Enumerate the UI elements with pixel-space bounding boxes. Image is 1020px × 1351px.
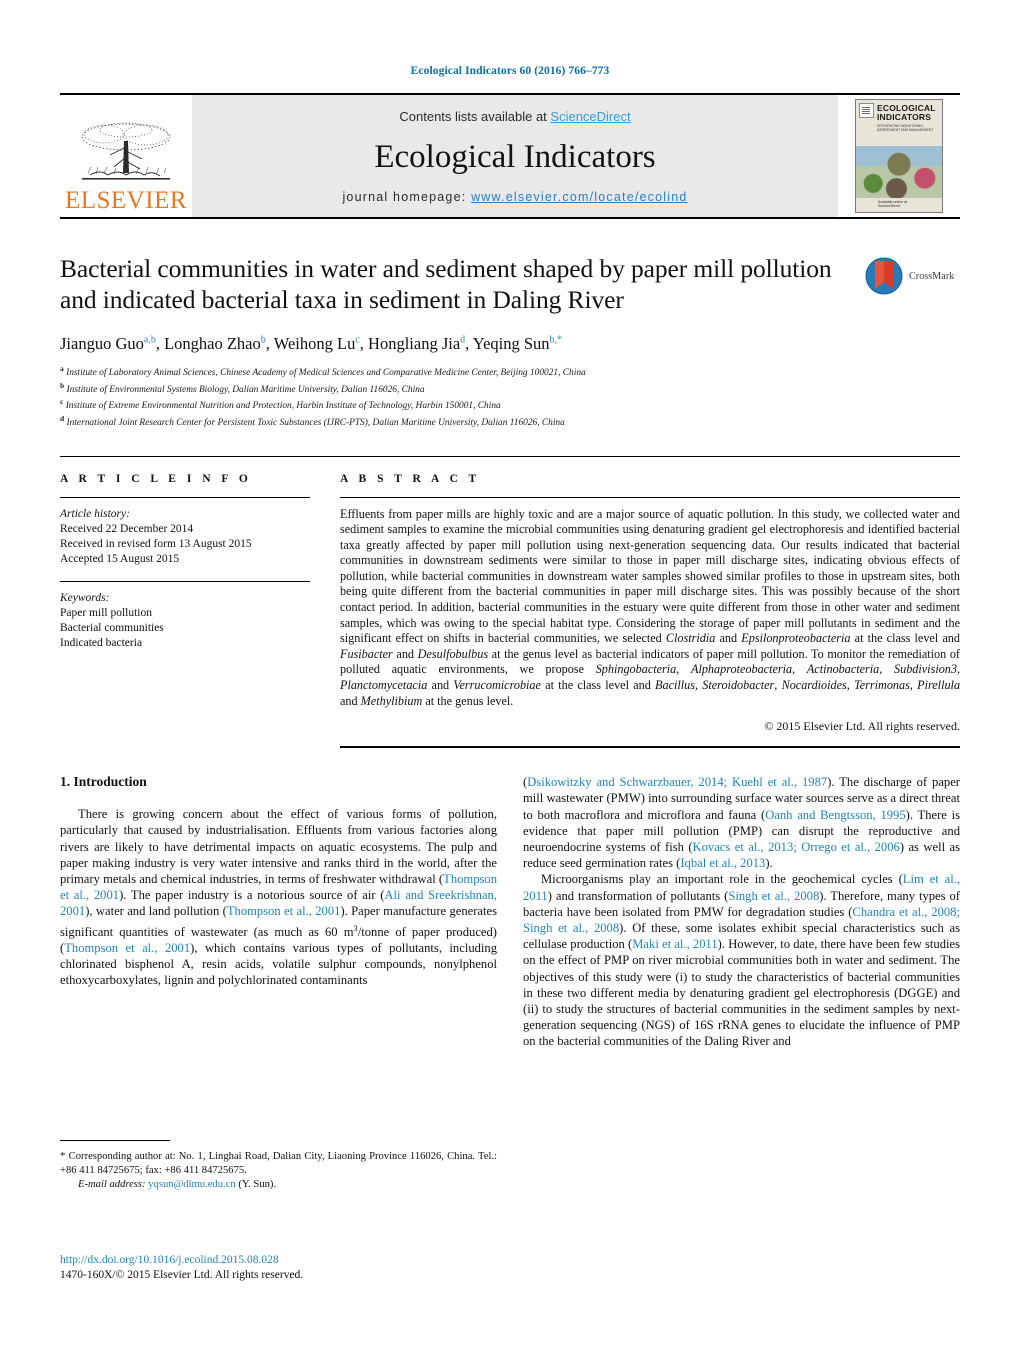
abstract-bottom-rule xyxy=(340,746,960,749)
crossmark-icon xyxy=(865,257,903,295)
abstract-heading: A B S T R A C T xyxy=(340,472,481,485)
history-item: Received 22 December 2014 xyxy=(60,522,194,535)
article-history-heading: Article history: xyxy=(60,507,130,520)
footnote-block: * Corresponding author at: No. 1, Lingha… xyxy=(60,1140,497,1192)
corresponding-author-text: Corresponding author at: No. 1, Linghai … xyxy=(60,1151,498,1176)
contents-available-line: Contents lists available at ScienceDirec… xyxy=(399,109,630,124)
running-head: Ecological Indicators 60 (2016) 766–773 xyxy=(410,65,610,77)
author-list: Jianguo Guoa,b, Longhao Zhaob, Weihong L… xyxy=(60,334,563,353)
elsevier-tree-icon xyxy=(81,122,171,180)
footnote-star: * xyxy=(60,1150,66,1162)
copyright-line: © 2015 Elsevier Ltd. All rights reserved… xyxy=(764,719,960,734)
sciencedirect-link[interactable]: ScienceDirect xyxy=(550,109,630,124)
affiliation-item: b Institute of Environmental Systems Bio… xyxy=(60,380,425,395)
history-item: Accepted 15 August 2015 xyxy=(60,552,180,565)
crossmark-label: CrossMark xyxy=(909,270,955,282)
cover-image: ECOLOGICAL INDICATORS INTEGRATING MONITO… xyxy=(855,99,943,213)
contents-prefix: Contents lists available at xyxy=(399,109,551,124)
journal-cover-thumbnail: ECOLOGICAL INDICATORS INTEGRATING MONITO… xyxy=(838,95,960,217)
cover-elsevier-icon xyxy=(859,103,874,118)
email-line: E-mail address: yqsun@dlmu.edu.cn (Y. Su… xyxy=(60,1178,497,1192)
keywords-list: Paper mill pollution Bacterial communiti… xyxy=(60,606,310,651)
cover-subtitle: INTEGRATING MONITORING, ASSESSMENT AND M… xyxy=(877,124,934,133)
issn-copyright-line: 1470-160X/© 2015 Elsevier Ltd. All right… xyxy=(60,1269,304,1281)
footnote-rule xyxy=(60,1140,170,1141)
history-item: Received in revised form 13 August 2015 xyxy=(60,537,252,550)
elsevier-wordmark: ELSEVIER xyxy=(64,187,188,214)
intro-paragraph-right-2: Microorganisms play an important role in… xyxy=(523,872,960,1049)
journal-masthead: ELSEVIER Contents lists available at Sci… xyxy=(60,93,960,219)
email-suffix: (Y. Sun). xyxy=(238,1179,277,1190)
keywords-rule xyxy=(60,580,310,582)
keywords-heading: Keywords: xyxy=(60,591,110,604)
article-page: Ecological Indicators 60 (2016) 766–773 xyxy=(0,0,1020,1351)
affiliation-item: d International Joint Research Center fo… xyxy=(60,413,565,428)
abstract-column: A B S T R A C T Effluents from paper mil… xyxy=(340,473,960,749)
info-abstract-block: A R T I C L E I N F O Article history: R… xyxy=(60,455,960,749)
cover-header: ECOLOGICAL INDICATORS INTEGRATING MONITO… xyxy=(856,100,942,146)
left-column: 1. Introduction There is growing concern… xyxy=(60,774,497,1049)
cover-title-line2: INDICATORS xyxy=(877,112,932,122)
article-info-rule xyxy=(60,496,310,498)
crossmark-badge[interactable]: CrossMark xyxy=(864,255,960,297)
keyword-item: Paper mill pollution xyxy=(60,606,152,619)
body-columns: 1. Introduction There is growing concern… xyxy=(60,774,960,1049)
intro-paragraph-right-1: (Dsikowitzky and Schwarzbauer, 2014; Kue… xyxy=(523,775,960,871)
title-area: Bacterial communities in water and sedim… xyxy=(60,253,960,430)
masthead-center: Contents lists available at ScienceDirec… xyxy=(192,95,838,217)
doi-block: http://dx.doi.org/10.1016/j.ecolind.2015… xyxy=(60,1253,497,1283)
keyword-item: Indicated bacteria xyxy=(60,636,143,649)
elsevier-logo: ELSEVIER xyxy=(60,95,192,217)
article-title: Bacterial communities in water and sedim… xyxy=(60,254,832,314)
doi-link[interactable]: http://dx.doi.org/10.1016/j.ecolind.2015… xyxy=(60,1253,497,1268)
article-info-column: A R T I C L E I N F O Article history: R… xyxy=(60,473,310,749)
affiliation-item: c Institute of Extreme Environmental Nut… xyxy=(60,397,501,412)
intro-paragraph-left: There is growing concern about the effec… xyxy=(60,807,498,988)
journal-title: Ecological Indicators xyxy=(374,138,656,175)
keyword-item: Bacterial communities xyxy=(60,621,164,634)
introduction-heading: 1. Introduction xyxy=(60,774,147,790)
journal-homepage-line: journal homepage: www.elsevier.com/locat… xyxy=(342,190,687,204)
article-history-list: Received 22 December 2014 Received in re… xyxy=(60,522,310,567)
affiliation-item: a Institute of Laboratory Animal Science… xyxy=(60,364,586,379)
right-column: (Dsikowitzky and Schwarzbauer, 2014; Kue… xyxy=(523,774,960,1049)
cover-photo-collage xyxy=(856,146,942,198)
affiliation-list: a Institute of Laboratory Animal Science… xyxy=(60,363,960,430)
email-label: E-mail address: xyxy=(78,1179,146,1190)
email-link[interactable]: yqsun@dlmu.edu.cn xyxy=(148,1179,235,1190)
cover-footer: Available online at ScienceDirect xyxy=(856,198,942,212)
cover-title: ECOLOGICAL INDICATORS xyxy=(877,104,936,122)
article-info-heading: A R T I C L E I N F O xyxy=(60,472,252,485)
abstract-rule xyxy=(340,496,960,498)
journal-homepage-link[interactable]: www.elsevier.com/locate/ecolind xyxy=(471,190,687,204)
corresponding-author-note: * Corresponding author at: No. 1, Lingha… xyxy=(60,1149,497,1178)
homepage-prefix: journal homepage: xyxy=(342,190,472,204)
abstract-text: Effluents from paper mills are highly to… xyxy=(340,506,961,708)
